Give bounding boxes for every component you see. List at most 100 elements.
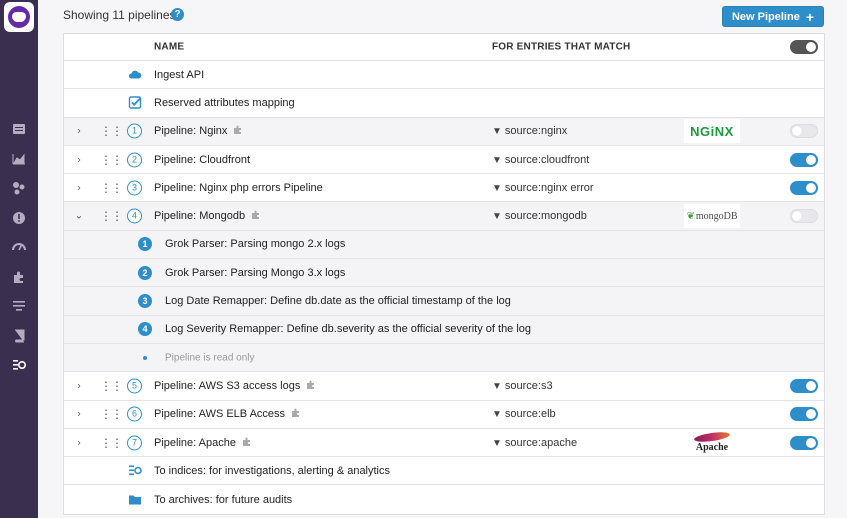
filter-text: source:elb: [504, 408, 556, 421]
archives-label: To archives: for future audits: [154, 493, 293, 506]
pipeline-toggle[interactable]: [790, 180, 818, 195]
processor-name[interactable]: Log Severity Remapper: Define db.severit…: [165, 323, 531, 335]
integration-puzzle-icon: [233, 125, 243, 135]
pipeline-filter: ▼ source:elb: [492, 408, 556, 420]
archives-row: To archives: for future audits: [64, 485, 824, 514]
pipeline-number: 6: [127, 406, 142, 422]
funnel-icon: ▼: [492, 380, 502, 392]
pipeline-row-apache[interactable]: › ⋮⋮ 7 Pipeline: Apache ▼ source:apache A…: [64, 428, 824, 458]
master-toggle[interactable]: [790, 40, 818, 54]
processor-row[interactable]: 1 Grok Parser: Parsing mongo 2.x logs: [64, 230, 824, 260]
leaf-icon: ❦: [686, 210, 695, 222]
filter-text: source:s3: [504, 379, 553, 392]
processor-row[interactable]: 4 Log Severity Remapper: Define db.sever…: [64, 315, 824, 344]
book-icon[interactable]: [11, 329, 27, 343]
pipeline-name[interactable]: Pipeline: AWS ELB Access: [154, 408, 301, 420]
list-icon[interactable]: [11, 122, 27, 136]
funnel-icon: ▼: [492, 409, 502, 421]
pipeline-name[interactable]: Pipeline: Nginx php errors Pipeline: [154, 182, 323, 194]
nginx-logo: NGiNX: [684, 119, 740, 144]
pipeline-name[interactable]: Pipeline: Apache: [154, 437, 252, 449]
pipeline-row-aws-elb[interactable]: › ⋮⋮ 6 Pipeline: AWS ELB Access ▼ source:…: [64, 400, 824, 429]
alert-icon[interactable]: [11, 211, 27, 225]
processor-number: 4: [138, 322, 152, 337]
processor-number: 2: [138, 265, 152, 280]
new-pipeline-label: New Pipeline: [731, 10, 800, 23]
pipeline-number: 5: [127, 378, 142, 394]
funnel-icon: ▼: [492, 182, 502, 194]
pipeline-row-mongodb[interactable]: ⌄ ⋮⋮ 4 Pipeline: Mongodb ▼ source:mongodb…: [64, 202, 824, 231]
top-bar: Showing 11 pipelines ? New Pipeline +: [38, 0, 847, 32]
indices-icon: [127, 463, 142, 478]
processor-name[interactable]: Grok Parser: Parsing mongo 2.x logs: [165, 238, 345, 250]
funnel-icon: ▼: [492, 154, 502, 166]
pipeline-label: Pipeline: Nginx php errors Pipeline: [154, 181, 323, 194]
processor-name[interactable]: Grok Parser: Parsing Mongo 3.x logs: [165, 267, 345, 279]
pipeline-number: 3: [127, 180, 142, 196]
pipeline-toggle[interactable]: [790, 407, 818, 422]
pipeline-toggle[interactable]: [790, 435, 818, 450]
chevron-right-icon[interactable]: ›: [74, 409, 84, 420]
pipeline-label: Pipeline: Apache: [154, 436, 236, 449]
chevron-right-icon[interactable]: ›: [74, 182, 84, 193]
integration-puzzle-icon: [251, 210, 261, 220]
pipeline-filter: ▼ source:apache: [492, 437, 577, 449]
indices-row: To indices: for investigations, alerting…: [64, 457, 824, 486]
new-pipeline-button[interactable]: New Pipeline +: [722, 6, 824, 27]
chevron-right-icon[interactable]: ›: [74, 154, 84, 165]
pipeline-filter: ▼ source:nginx: [492, 125, 567, 137]
chevron-right-icon[interactable]: ›: [74, 380, 84, 391]
gauge-icon[interactable]: [11, 240, 27, 254]
indices-label: To indices: for investigations, alerting…: [154, 464, 391, 477]
drag-handle-icon[interactable]: ⋮⋮: [100, 380, 123, 392]
drag-handle-icon[interactable]: ⋮⋮: [100, 125, 123, 137]
pipeline-name[interactable]: Pipeline: AWS S3 access logs: [154, 380, 316, 392]
drag-handle-icon[interactable]: ⋮⋮: [100, 408, 123, 420]
datadog-logo[interactable]: [4, 2, 34, 32]
pipeline-label: Pipeline: Cloudfront: [154, 153, 251, 166]
reserved-row: Reserved attributes mapping: [64, 89, 824, 118]
drag-handle-icon[interactable]: ⋮⋮: [100, 210, 123, 222]
filter-text: source:mongodb: [504, 210, 587, 223]
processor-row[interactable]: 2 Grok Parser: Parsing Mongo 3.x logs: [64, 259, 824, 288]
readonly-row: Pipeline is read only: [64, 343, 824, 373]
mongodb-logo-text: ❦mongoDB: [686, 211, 737, 222]
pipeline-filter: ▼ source:s3: [492, 380, 553, 392]
hexagon-nodes-icon[interactable]: [11, 181, 27, 195]
drag-handle-icon[interactable]: ⋮⋮: [100, 182, 123, 194]
column-name: NAME: [154, 41, 185, 53]
integration-puzzle-icon: [242, 437, 252, 447]
drag-handle-icon[interactable]: ⋮⋮: [100, 154, 123, 166]
chart-icon[interactable]: [11, 152, 27, 166]
pipeline-toggle[interactable]: [790, 124, 818, 139]
filter-text: source:cloudfront: [504, 153, 590, 166]
pipeline-row-nginx-php[interactable]: › ⋮⋮ 3 Pipeline: Nginx php errors Pipeli…: [64, 174, 824, 203]
drag-handle-icon[interactable]: ⋮⋮: [100, 437, 123, 449]
pipeline-toggle[interactable]: [790, 152, 818, 167]
filter-text: source:nginx: [504, 125, 568, 138]
integration-puzzle-icon: [291, 408, 301, 418]
apache-logo: Apache: [684, 430, 740, 455]
pipeline-name[interactable]: Pipeline: Nginx: [154, 125, 243, 137]
pipeline-toggle[interactable]: [790, 378, 818, 393]
pipeline-filter: ▼ source:mongodb: [492, 210, 587, 222]
pipeline-name[interactable]: Pipeline: Mongodb: [154, 210, 261, 222]
pipeline-row-cloudfront[interactable]: › ⋮⋮ 2 Pipeline: Cloudfront ▼ source:clou…: [64, 145, 824, 175]
processor-row[interactable]: 3 Log Date Remapper: Define db.date as t…: [64, 287, 824, 316]
pipeline-count: Showing 11 pipelines: [63, 8, 176, 22]
logs-icon[interactable]: [11, 358, 27, 372]
chevron-down-icon[interactable]: ⌄: [74, 211, 84, 222]
pipeline-name[interactable]: Pipeline: Cloudfront: [154, 154, 250, 166]
puzzle-icon[interactable]: [11, 270, 27, 284]
funnel-icon: ▼: [492, 126, 502, 138]
pipeline-toggle[interactable]: [790, 209, 818, 224]
pipeline-row-nginx[interactable]: › ⋮⋮ 1 Pipeline: Nginx ▼ source:nginx NGi…: [64, 117, 824, 146]
processor-name[interactable]: Log Date Remapper: Define db.date as the…: [165, 295, 511, 307]
checkbox-icon: [127, 95, 142, 110]
chevron-right-icon[interactable]: ›: [74, 126, 84, 137]
chevron-right-icon[interactable]: ›: [74, 437, 84, 448]
pipeline-row-aws-s3[interactable]: › ⋮⋮ 5 Pipeline: AWS S3 access logs ▼ sou…: [64, 372, 824, 401]
filter-lines-icon[interactable]: [11, 299, 27, 313]
help-icon[interactable]: ?: [171, 8, 184, 21]
sidebar: [0, 0, 38, 518]
